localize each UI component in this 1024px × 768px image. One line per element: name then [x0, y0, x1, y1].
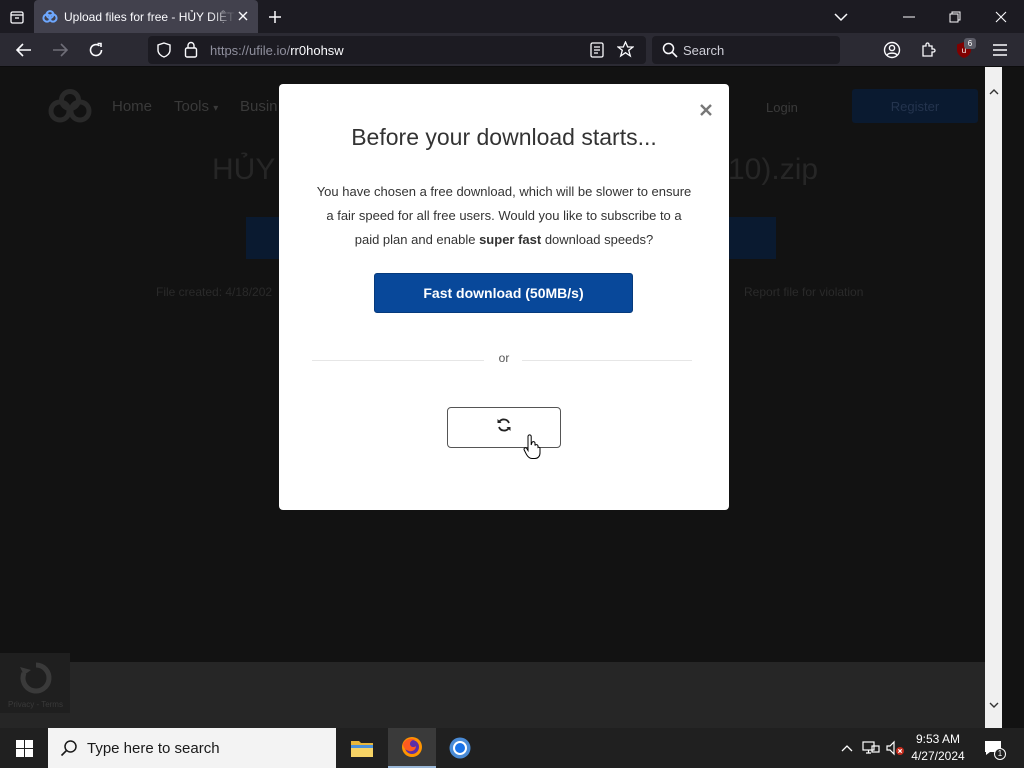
file-title-start: HỦY — [212, 153, 276, 186]
tracking-protection-shield-icon[interactable] — [156, 42, 172, 63]
reader-view-icon[interactable] — [590, 42, 604, 63]
background-download-button-left — [246, 217, 282, 259]
tab-list-icon[interactable] — [4, 4, 30, 30]
reload-icon[interactable] — [82, 37, 110, 63]
search-bar[interactable]: Search — [652, 36, 840, 64]
page-scrollbar[interactable] — [985, 67, 1002, 728]
search-icon — [662, 42, 678, 63]
ufile-logo-icon[interactable] — [46, 87, 94, 127]
windows-start-icon[interactable] — [0, 728, 48, 768]
tab-title: Upload files for free - HỦY DIỆT K — [64, 9, 236, 24]
close-modal-icon[interactable] — [697, 101, 715, 119]
new-tab-plus-icon[interactable] — [262, 4, 288, 30]
forward-arrow-icon[interactable] — [46, 37, 74, 63]
nav-home[interactable]: Home — [112, 98, 152, 115]
ufile-favicon-icon — [42, 9, 58, 25]
scroll-up-arrow-icon[interactable] — [985, 83, 1002, 100]
modal-description: You have chosen a free download, which w… — [313, 180, 695, 252]
modal-title: Before your download starts... — [351, 124, 657, 150]
bookmark-star-icon[interactable] — [616, 40, 635, 63]
taskbar-search-icon — [60, 739, 78, 757]
file-created-info: File created: 4/18/202 — [156, 285, 273, 299]
menu-hamburger-icon[interactable] — [986, 37, 1014, 63]
url-path: rr0hohsw — [290, 43, 344, 58]
extensions-puzzle-icon[interactable] — [914, 37, 942, 63]
chrome-taskbar-icon[interactable] — [436, 728, 484, 768]
fast-download-button[interactable]: Fast download (50MB/s) — [374, 273, 633, 313]
register-button[interactable]: Register — [852, 89, 978, 123]
browser-toolbar: https://ufile.io/rr0hohsw Search u 6 — [0, 33, 1024, 67]
ublock-origin-icon[interactable]: u 6 — [950, 37, 978, 63]
notification-center-icon[interactable]: 1 — [978, 728, 1008, 768]
clock-time: 9:53 AM — [915, 732, 961, 746]
window-edge — [1002, 67, 1024, 728]
chevron-down-icon: ▾ — [213, 103, 219, 114]
search-placeholder: Search — [683, 43, 725, 58]
network-icon[interactable] — [861, 728, 881, 768]
report-file-link[interactable]: Report file for violation — [744, 285, 863, 299]
recaptcha-terms: Privacy - Terms — [8, 700, 63, 709]
hand-cursor-icon — [523, 434, 541, 460]
divider-right — [522, 360, 692, 361]
background-download-button-right — [728, 217, 776, 259]
slow-download-button[interactable] — [447, 407, 561, 448]
recaptcha-icon — [16, 661, 56, 695]
volume-muted-icon[interactable] — [884, 728, 906, 768]
show-hidden-icons-chevron-icon[interactable] — [838, 728, 856, 768]
taskbar-search-placeholder: Type here to search — [87, 740, 220, 757]
account-icon[interactable] — [878, 37, 906, 63]
browser-tab-active[interactable]: Upload files for free - HỦY DIỆT K — [34, 0, 258, 33]
file-explorer-icon[interactable] — [338, 728, 386, 768]
download-modal: Before your download starts... You have … — [279, 84, 729, 510]
extension-badge: 6 — [964, 38, 976, 49]
recaptcha-badge[interactable]: Privacy - Terms — [0, 653, 70, 713]
url-text[interactable]: https://ufile.io/rr0hohsw — [210, 43, 344, 58]
restore-window-icon[interactable] — [932, 0, 978, 33]
taskbar-search-box[interactable]: Type here to search — [48, 728, 336, 768]
firefox-taskbar-icon[interactable] — [388, 728, 436, 768]
file-title-end: 10).zip — [728, 153, 819, 186]
minimize-window-icon[interactable] — [886, 0, 932, 33]
modal-text-bold: super fast — [479, 232, 542, 247]
taskbar-clock[interactable]: 9:53 AM 4/27/2024 — [906, 731, 970, 765]
login-link[interactable]: Login — [766, 100, 798, 115]
url-host: https://ufile.io/ — [210, 43, 291, 58]
page-footer — [0, 662, 985, 728]
url-bar[interactable]: https://ufile.io/rr0hohsw — [148, 36, 646, 64]
nav-tools-label: Tools — [174, 98, 210, 115]
list-all-tabs-chevron-icon[interactable] — [818, 0, 864, 33]
notification-count: 1 — [994, 748, 1006, 760]
back-arrow-icon[interactable] — [10, 37, 38, 63]
browser-tab-bar: Upload files for free - HỦY DIỆT K — [0, 0, 1024, 33]
clock-date: 4/27/2024 — [911, 749, 965, 763]
nav-business[interactable]: Busin — [240, 98, 278, 115]
modal-text-part-2: download speeds? — [541, 232, 654, 247]
nav-tools[interactable]: Tools ▾ — [174, 98, 218, 115]
close-tab-icon[interactable] — [236, 9, 250, 23]
close-window-icon[interactable] — [978, 0, 1024, 33]
windows-taskbar: Type here to search 9:53 AM 4/27/2024 1 — [0, 728, 1024, 768]
lock-icon[interactable] — [184, 41, 198, 63]
scroll-down-arrow-icon[interactable] — [985, 696, 1002, 713]
or-separator: or — [498, 351, 510, 365]
refresh-icon — [496, 417, 512, 438]
